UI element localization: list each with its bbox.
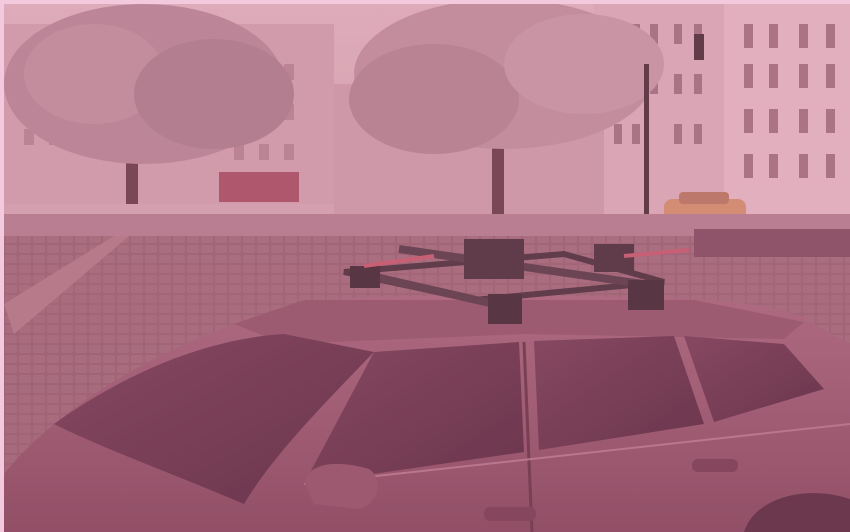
- photo: [4, 4, 850, 532]
- color-tint-overlay: [4, 4, 850, 532]
- photo-illustration: [4, 4, 850, 532]
- photo-frame: [0, 0, 850, 532]
